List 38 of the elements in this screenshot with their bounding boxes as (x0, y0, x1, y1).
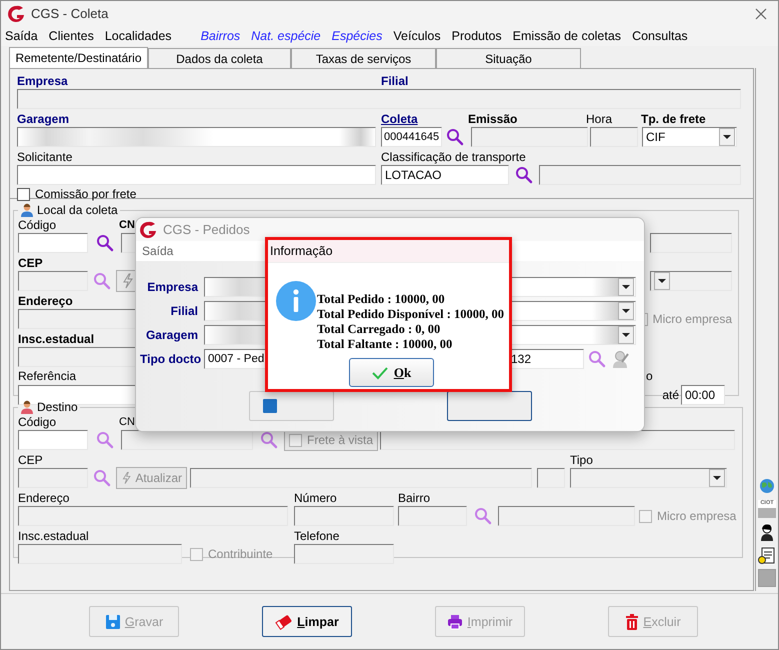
field-label: Endereço (18, 294, 73, 308)
field-label: Emissão (468, 112, 518, 126)
field-label: Telefone (294, 529, 340, 543)
field-label: Garagem (144, 328, 198, 342)
message-text: Total Pedido : 10000, 00 (317, 292, 446, 307)
field-label: Endereço (18, 491, 70, 505)
field-label: Código (18, 218, 58, 232)
field-label: Insc.estadual (18, 332, 94, 346)
field-label: CEP (18, 453, 44, 467)
field-label: Hora (586, 112, 614, 126)
field-label: Insc.estadual (18, 529, 90, 543)
field-label: Número (294, 491, 338, 505)
field-label: CN (119, 219, 135, 231)
field-label: o (646, 369, 654, 385)
field-label: Empresa (17, 74, 69, 88)
field-label: Tipo (570, 453, 593, 467)
dialog-title: CGS - Pedidos (163, 222, 250, 237)
field-label: Empresa (146, 280, 198, 294)
field-label: Código (18, 415, 58, 429)
field-label: CEP (18, 256, 43, 270)
field-label: até (662, 388, 679, 402)
group-title: Destino (37, 400, 78, 414)
field-label: Solicitante (17, 150, 74, 164)
field-label: Tp. de frete (641, 112, 706, 126)
field-label: Filial (170, 304, 198, 318)
field-label: Coleta (381, 112, 419, 126)
message-text: Total Faltante : 10000, 00 (317, 337, 454, 352)
field-label: Classificação de transporte (381, 150, 526, 164)
field-label: Referência (18, 369, 76, 385)
message-text: Total Pedido Disponível : 10000, 00 (317, 307, 504, 322)
field-label: Bairro (398, 491, 430, 505)
field-label: Garagem (17, 112, 70, 126)
dialog-title: Informação (270, 244, 333, 258)
field-label: Filial (381, 74, 408, 88)
field-label: CN (119, 416, 135, 428)
message-text: Total Carregado : 0, 00 (317, 322, 442, 337)
group-title: Local da coleta (37, 203, 118, 217)
window-title: CGS - Coleta (31, 6, 108, 21)
